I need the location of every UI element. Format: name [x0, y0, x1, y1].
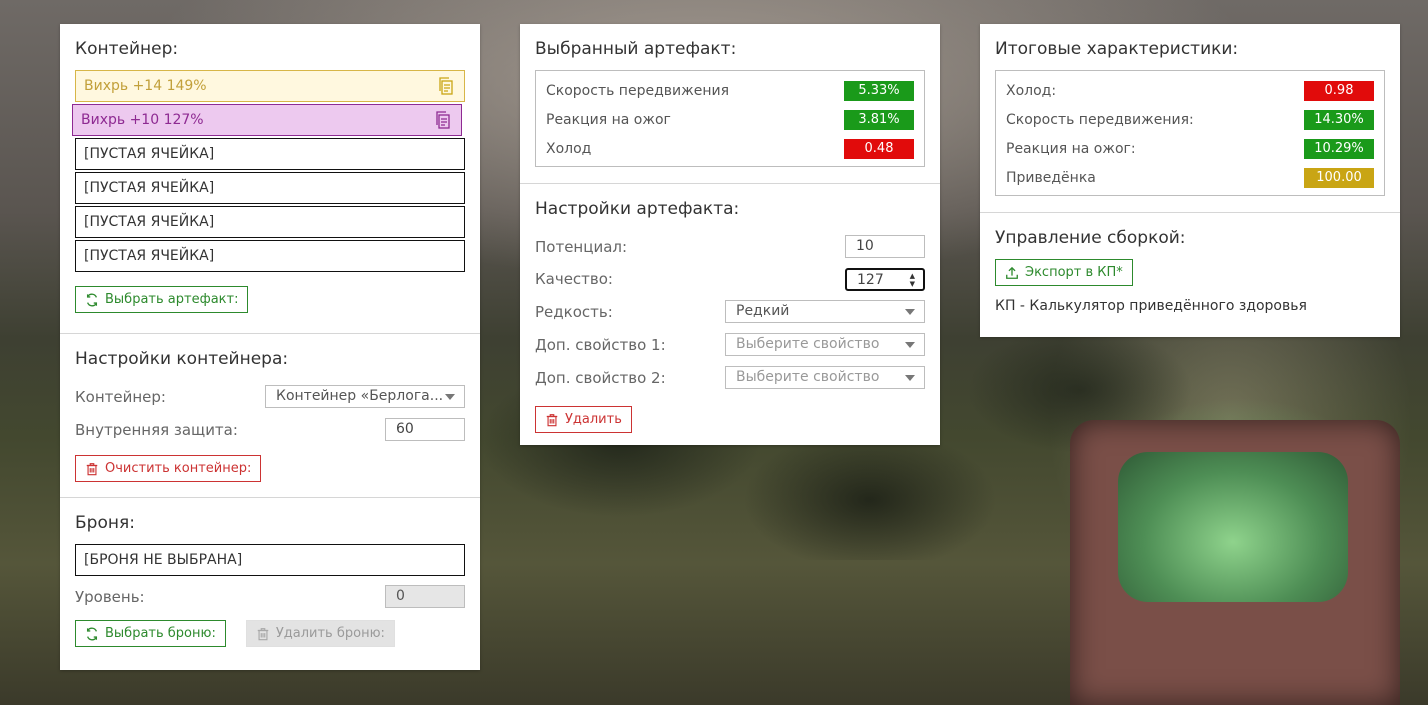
container-slot-1[interactable]: Вихрь +14 149% [75, 70, 465, 102]
selected-artifact-section: Выбранный артефакт: Скорость передвижени… [520, 24, 940, 183]
rarity-value: Редкий [736, 303, 790, 319]
background-radar-screen [1118, 452, 1348, 602]
copy-icon[interactable] [433, 110, 453, 130]
upload-icon [1006, 266, 1018, 279]
export-button[interactable]: Экспорт в КП* [995, 259, 1133, 286]
build-section: Управление сборкой: Экспорт в КП* КП - К… [980, 212, 1400, 329]
trash-icon [86, 462, 98, 475]
stat-value-badge: 3.81% [844, 109, 914, 130]
prop2-label: Доп. свойство 2: [535, 368, 666, 387]
right-panel: Итоговые характеристики: Холод: 0.98 Ско… [980, 24, 1400, 337]
chevron-down-icon [905, 375, 915, 381]
refresh-icon [86, 627, 98, 640]
export-label: Экспорт в КП* [1025, 265, 1123, 280]
container-title: Контейнер: [75, 39, 179, 59]
select-artifact-label: Выбрать артефакт: [105, 292, 239, 307]
total-stat-row: Приведёнка 100.00 [1006, 163, 1374, 192]
container-settings-title: Настройки контейнера: [75, 349, 289, 369]
container-settings-section: Настройки контейнера: Контейнер: Контейн… [60, 333, 480, 497]
chevron-down-icon [445, 394, 455, 400]
selected-artifact-title: Выбранный артефакт: [535, 39, 737, 59]
total-stat-row: Реакция на ожог: 10.29% [1006, 134, 1374, 163]
rarity-select[interactable]: Редкий [725, 300, 925, 323]
stat-label: Холод: [1006, 82, 1057, 99]
stat-label: Холод [546, 140, 592, 157]
stat-value-badge: 0.48 [844, 138, 914, 159]
totals-section: Итоговые характеристики: Холод: 0.98 Ско… [980, 24, 1400, 212]
stat-value-badge: 10.29% [1304, 138, 1374, 159]
armor-section: Броня: [БРОНЯ НЕ ВЫБРАНА] Уровень: 0 Выб… [60, 497, 480, 662]
container-slot-6[interactable]: [ПУСТАЯ ЯЧЕЙКА] [75, 240, 465, 272]
protection-input[interactable]: 60 [385, 418, 465, 441]
stat-label: Скорость передвижения: [1006, 111, 1194, 128]
container-slot-3[interactable]: [ПУСТАЯ ЯЧЕЙКА] [75, 138, 465, 170]
prop1-placeholder: Выберите свойство [736, 336, 880, 352]
potential-label: Потенциал: [535, 237, 628, 256]
delete-artifact-label: Удалить [565, 412, 622, 427]
armor-level-label: Уровень: [75, 587, 145, 606]
container-section: Контейнер: Вихрь +14 149% Вихрь +10 127%… [60, 24, 480, 333]
stat-label: Реакция на ожог [546, 111, 671, 128]
armor-level-input: 0 [385, 585, 465, 608]
middle-panel: Выбранный артефакт: Скорость передвижени… [520, 24, 940, 445]
container-label: Контейнер: [75, 387, 166, 406]
chevron-down-icon [905, 309, 915, 315]
artifact-stat-row: Холод 0.48 [546, 134, 914, 163]
armor-title: Броня: [75, 513, 135, 533]
stat-label: Реакция на ожог: [1006, 140, 1136, 157]
trash-icon [257, 627, 269, 640]
container-select-value: Контейнер «Берлога... [276, 388, 444, 404]
trash-icon [546, 413, 558, 426]
delete-armor-label: Удалить броню: [275, 626, 385, 641]
quality-input[interactable]: 127 ▲ ▼ [845, 267, 925, 291]
delete-artifact-button[interactable]: Удалить [535, 406, 632, 433]
prop2-select[interactable]: Выберите свойство [725, 366, 925, 389]
rarity-label: Редкость: [535, 302, 613, 321]
container-slot-4[interactable]: [ПУСТАЯ ЯЧЕЙКА] [75, 172, 465, 204]
select-armor-button[interactable]: Выбрать броню: [75, 620, 226, 647]
slot-label: Вихрь +14 149% [84, 78, 207, 94]
armor-slot[interactable]: [БРОНЯ НЕ ВЫБРАНА] [75, 544, 465, 576]
artifact-stat-row: Реакция на ожог 3.81% [546, 105, 914, 134]
artifact-settings-section: Настройки артефакта: Потенциал: 10 Качес… [520, 183, 940, 448]
prop1-label: Доп. свойство 1: [535, 335, 666, 354]
total-stat-row: Скорость передвижения: 14.30% [1006, 105, 1374, 134]
quality-label: Качество: [535, 270, 613, 288]
container-slot-5[interactable]: [ПУСТАЯ ЯЧЕЙКА] [75, 206, 465, 238]
clear-container-label: Очистить контейнер: [105, 461, 252, 476]
slot-label: Вихрь +10 127% [81, 112, 204, 128]
clear-container-button[interactable]: Очистить контейнер: [75, 455, 262, 482]
prop1-select[interactable]: Выберите свойство [725, 333, 925, 356]
left-panel: Контейнер: Вихрь +14 149% Вихрь +10 127%… [60, 24, 480, 670]
select-artifact-button[interactable]: Выбрать артефакт: [75, 286, 249, 313]
container-slot-2[interactable]: Вихрь +10 127% [72, 104, 462, 136]
spinner-arrows-icon[interactable]: ▲ ▼ [910, 272, 915, 288]
build-title: Управление сборкой: [995, 228, 1186, 248]
chevron-down-icon [905, 342, 915, 348]
select-armor-label: Выбрать броню: [105, 626, 216, 641]
stat-value-badge: 0.98 [1304, 80, 1374, 101]
stat-value-badge: 5.33% [844, 80, 914, 101]
copy-icon[interactable] [436, 76, 456, 96]
total-stats: Холод: 0.98 Скорость передвижения: 14.30… [995, 70, 1385, 196]
container-select[interactable]: Контейнер «Берлога... [265, 385, 465, 408]
refresh-icon [86, 293, 98, 306]
delete-armor-button[interactable]: Удалить броню: [245, 620, 395, 647]
artifact-stats: Скорость передвижения 5.33% Реакция на о… [535, 70, 925, 167]
potential-input[interactable]: 10 [845, 235, 925, 258]
build-note: КП - Калькулятор приведённого здоровья [995, 298, 1307, 314]
prop2-placeholder: Выберите свойство [736, 369, 880, 385]
quality-value: 127 [857, 271, 884, 288]
stat-label: Скорость передвижения [546, 82, 729, 99]
totals-title: Итоговые характеристики: [995, 39, 1239, 59]
artifact-settings-title: Настройки артефакта: [535, 199, 740, 219]
stat-value-badge: 100.00 [1304, 167, 1374, 188]
stat-label: Приведёнка [1006, 169, 1096, 186]
total-stat-row: Холод: 0.98 [1006, 76, 1374, 105]
stat-value-badge: 14.30% [1304, 109, 1374, 130]
protection-label: Внутренняя защита: [75, 420, 238, 439]
artifact-stat-row: Скорость передвижения 5.33% [546, 76, 914, 105]
